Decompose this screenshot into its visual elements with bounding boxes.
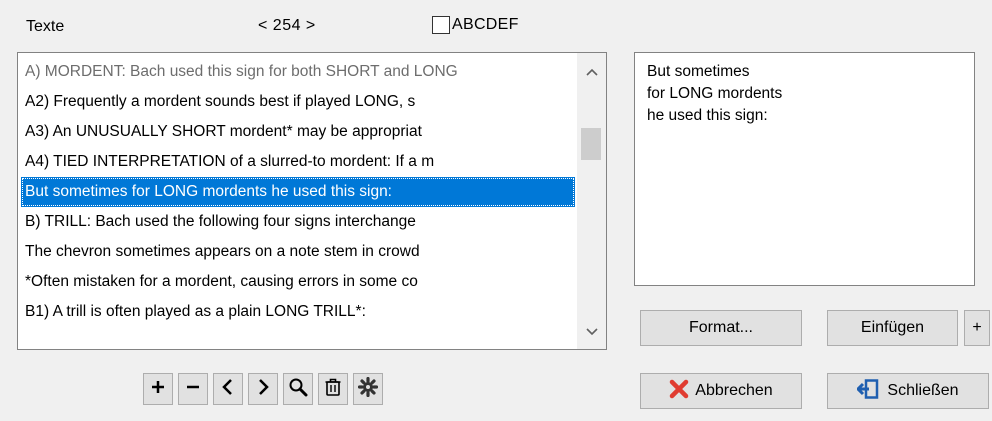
scroll-thumb[interactable] [581,128,601,160]
abcdef-checkbox[interactable] [432,16,450,34]
scroll-down-icon[interactable] [577,317,606,347]
add-button[interactable] [143,373,173,405]
list-item[interactable]: A3) An UNUSUALLY SHORT mordent* may be a… [18,117,578,147]
abcdef-checkbox-group[interactable]: ABCDEF [432,16,519,34]
close-button-label: Schließen [887,382,959,399]
delete-button[interactable] [318,373,348,405]
scroll-up-icon[interactable] [577,57,606,87]
list-item[interactable]: The chevron sometimes appears on a note … [18,237,578,267]
chevron-right-icon [255,378,271,401]
search-button[interactable] [283,373,313,405]
search-icon [288,377,308,402]
texts-label: Texte [26,18,65,35]
text-preview[interactable]: But sometimes for LONG mordents he used … [634,52,975,286]
insert-plus-button[interactable]: + [964,310,990,346]
list-item[interactable]: B1) A trill is often played as a plain L… [18,297,578,327]
list-item[interactable]: B) TRILL: Bach used the following four s… [18,207,578,237]
preview-line: But sometimes [647,63,750,80]
plus-icon [150,379,166,400]
insert-button[interactable]: Einfügen [827,310,958,346]
text-list[interactable]: A) MORDENT: Bach used this sign for both… [17,52,607,350]
next-button[interactable] [248,373,278,405]
format-button-label: Format... [688,319,753,336]
remove-button[interactable] [178,373,208,405]
list-item[interactable]: *Often mistaken for a mordent, causing e… [18,267,578,297]
trash-icon [324,377,342,402]
list-item[interactable]: A2) Frequently a mordent sounds best if … [18,87,578,117]
cancel-button-label: Abbrechen [695,382,773,399]
list-item[interactable]: A4) TIED INTERPRETATION of a slurred-to … [18,147,578,177]
record-navigator[interactable]: < 254 > [258,17,316,35]
exit-icon [856,378,879,404]
list-item-selected[interactable]: But sometimes for LONG mordents he used … [21,177,575,207]
minus-icon [185,379,201,400]
chevron-left-icon [220,378,236,401]
format-button[interactable]: Format... [640,310,802,346]
list-item[interactable]: A) MORDENT: Bach used this sign for both… [18,57,578,87]
close-button[interactable]: Schließen [827,373,989,409]
settings-button[interactable] [353,373,383,405]
cancel-x-icon [669,379,689,404]
preview-line: for LONG mordents [647,85,783,102]
gear-icon [357,376,379,402]
insert-plus-label: + [972,319,982,336]
abcdef-checkbox-label[interactable]: ABCDEF [452,16,519,34]
list-scrollbar[interactable] [577,53,606,349]
cancel-button[interactable]: Abbrechen [640,373,802,409]
preview-line: he used this sign: [647,107,768,124]
previous-button[interactable] [213,373,243,405]
insert-button-label: Einfügen [860,319,925,336]
